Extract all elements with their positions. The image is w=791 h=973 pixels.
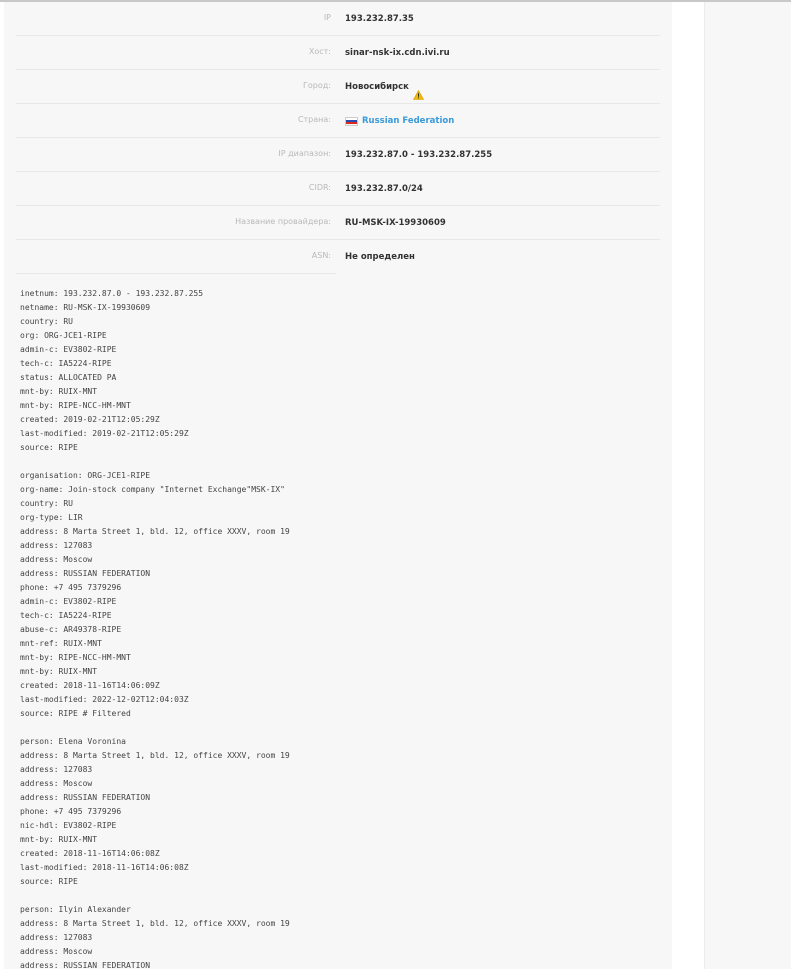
whois-line: country: RU xyxy=(20,317,73,326)
info-row-provider: Название провайдера: RU-MSK-IX-19930609 xyxy=(16,206,660,240)
whois-line: address: RUSSIAN FEDERATION xyxy=(20,793,151,802)
whois-line: address: 8 Marta Street 1, bld. 12, offi… xyxy=(20,919,290,928)
asn-label: ASN: xyxy=(311,251,331,260)
whois-line: abuse-c: AR49378-RIPE xyxy=(20,625,122,634)
info-row-ip: IP 193.232.87.35 xyxy=(16,2,660,36)
whois-line: created: 2019-02-21T12:05:29Z xyxy=(20,415,160,424)
whois-line: address: 8 Marta Street 1, bld. 12, offi… xyxy=(20,751,290,760)
whois-line: last-modified: 2018-11-16T14:06:08Z xyxy=(20,863,189,872)
whois-line: address: Moscow xyxy=(20,947,93,956)
cidr-value-text: 193.232.87.0/24 xyxy=(345,184,423,194)
whois-line: address: RUSSIAN FEDERATION xyxy=(20,569,151,578)
whois-line: person: Elena Voronina xyxy=(20,737,126,746)
host-value-text: sinar-nsk-ix.cdn.ivi.ru xyxy=(345,48,450,58)
whois-line: created: 2018-11-16T14:06:08Z xyxy=(20,849,160,858)
whois-line: nic-hdl: EV3802-RIPE xyxy=(20,821,117,830)
city-label: Город: xyxy=(303,81,331,90)
whois-line: mnt-by: RIPE-NCC-HM-MNT xyxy=(20,401,131,410)
ip-label: IP xyxy=(323,13,331,22)
whois-line: status: ALLOCATED PA xyxy=(20,373,117,382)
whois-line: org: ORG-JCE1-RIPE xyxy=(20,331,107,340)
whois-line: person: Ilyin Alexander xyxy=(20,905,131,914)
whois-line: source: RIPE # Filtered xyxy=(20,709,131,718)
host-label: Хост: xyxy=(308,47,331,56)
info-row-asn: ASN: Не определен xyxy=(16,240,660,274)
ip-range-value-text: 193.232.87.0 - 193.232.87.255 xyxy=(345,150,493,160)
whois-line: created: 2018-11-16T14:06:09Z xyxy=(20,681,160,690)
city-value-text: Новосибирск xyxy=(345,82,409,92)
host-value: sinar-nsk-ix.cdn.ivi.ru xyxy=(345,36,450,70)
provider-value-text: RU-MSK-IX-19930609 xyxy=(345,218,446,228)
city-value: Новосибирск xyxy=(345,70,424,104)
whois-line: inetnum: 193.232.87.0 - 193.232.87.255 xyxy=(20,289,204,298)
whois-line: tech-c: IA5224-RIPE xyxy=(20,611,112,620)
info-row-city: Город: Новосибирск xyxy=(16,70,660,104)
info-row-host: Хост: sinar-nsk-ix.cdn.ivi.ru xyxy=(16,36,660,70)
info-row-cidr: CIDR: 193.232.87.0/24 xyxy=(16,172,660,206)
whois-line: last-modified: 2022-12-02T12:04:03Z xyxy=(20,695,189,704)
right-sidebar xyxy=(704,2,791,969)
cidr-label: CIDR: xyxy=(308,183,331,192)
whois-line: mnt-by: RUIX-MNT xyxy=(20,667,98,676)
whois-line: org-name: Join-stock company "Internet E… xyxy=(20,485,285,494)
ip-info-table: IP 193.232.87.35 Хост: sinar-nsk-ix.cdn.… xyxy=(16,2,660,274)
whois-line: mnt-by: RIPE-NCC-HM-MNT xyxy=(20,653,131,662)
warning-icon[interactable] xyxy=(412,82,424,100)
cidr-value: 193.232.87.0/24 xyxy=(345,172,423,206)
whois-line: organisation: ORG-JCE1-RIPE xyxy=(20,471,151,480)
info-row-country: Страна: Russian Federation xyxy=(16,104,660,138)
whois-line: org-type: LIR xyxy=(20,513,83,522)
ip-value-text: 193.232.87.35 xyxy=(345,14,414,24)
whois-line: address: 8 Marta Street 1, bld. 12, offi… xyxy=(20,527,290,536)
whois-line: last-modified: 2019-02-21T12:05:29Z xyxy=(20,429,189,438)
provider-value: RU-MSK-IX-19930609 xyxy=(345,206,446,240)
whois-line: mnt-by: RUIX-MNT xyxy=(20,835,98,844)
whois-line: admin-c: EV3802-RIPE xyxy=(20,345,117,354)
whois-record: inetnum: 193.232.87.0 - 193.232.87.255 n… xyxy=(20,287,660,973)
whois-line: tech-c: IA5224-RIPE xyxy=(20,359,112,368)
whois-line: source: RIPE xyxy=(20,443,78,452)
russia-flag-icon xyxy=(345,116,358,126)
country-value: Russian Federation xyxy=(345,104,454,138)
ip-range-value: 193.232.87.0 - 193.232.87.255 xyxy=(345,138,492,172)
provider-label: Название провайдера: xyxy=(235,217,331,226)
ip-info-panel: IP 193.232.87.35 Хост: sinar-nsk-ix.cdn.… xyxy=(4,2,672,970)
whois-line: address: 127083 xyxy=(20,933,93,942)
asn-value-text: Не определен xyxy=(345,252,415,262)
whois-line: phone: +7 495 7379296 xyxy=(20,807,122,816)
ip-range-label: IP диапазон: xyxy=(278,149,331,158)
country-link[interactable]: Russian Federation xyxy=(362,105,454,137)
country-label: Страна: xyxy=(297,115,331,124)
whois-line: country: RU xyxy=(20,499,73,508)
info-row-ip-range: IP диапазон: 193.232.87.0 - 193.232.87.2… xyxy=(16,138,660,172)
whois-line: address: 127083 xyxy=(20,765,93,774)
ip-value: 193.232.87.35 xyxy=(345,2,414,36)
whois-line: admin-c: EV3802-RIPE xyxy=(20,597,117,606)
whois-line: address: Moscow xyxy=(20,555,93,564)
whois-line: address: Moscow xyxy=(20,779,93,788)
whois-line: phone: +7 495 7379296 xyxy=(20,583,122,592)
whois-line: mnt-ref: RUIX-MNT xyxy=(20,639,102,648)
whois-line: mnt-by: RUIX-MNT xyxy=(20,387,98,396)
whois-line: source: RIPE xyxy=(20,877,78,886)
asn-value: Не определен xyxy=(345,240,415,274)
whois-line: netname: RU-MSK-IX-19930609 xyxy=(20,303,151,312)
whois-line: address: 127083 xyxy=(20,541,93,550)
